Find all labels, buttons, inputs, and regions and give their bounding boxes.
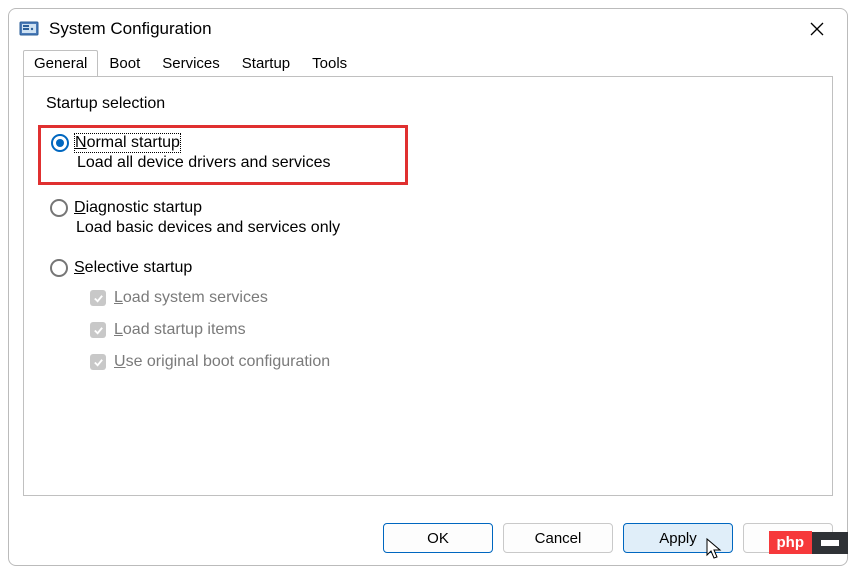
- radio-label: Normal startup: [75, 134, 180, 152]
- cancel-button[interactable]: Cancel: [503, 523, 613, 553]
- check-use-original-boot: Use original boot configuration: [90, 353, 810, 371]
- highlight-annotation: Normal startup Load all device drivers a…: [38, 125, 408, 185]
- close-button[interactable]: [795, 13, 839, 45]
- radio-label: Diagnostic startup: [74, 199, 202, 217]
- titlebar: System Configuration: [9, 9, 847, 49]
- app-icon: [19, 19, 39, 39]
- general-panel: Startup selection Normal startup Load al…: [23, 76, 833, 496]
- diagnostic-startup-desc: Load basic devices and services only: [76, 219, 810, 237]
- watermark-text: php: [769, 531, 813, 554]
- radio-icon: [51, 134, 69, 152]
- check-label: Load startup items: [114, 321, 246, 339]
- watermark-dark: [812, 532, 848, 554]
- system-configuration-window: System Configuration General Boot Servic…: [8, 8, 848, 566]
- radio-selective-startup[interactable]: Selective startup: [50, 259, 810, 277]
- radio-icon: [50, 259, 68, 277]
- radio-normal-startup[interactable]: Normal startup: [51, 134, 395, 152]
- startup-selection-label: Startup selection: [46, 95, 810, 113]
- check-label: Use original boot configuration: [114, 353, 330, 371]
- check-load-system-services: Load system services: [90, 289, 810, 307]
- tab-tools[interactable]: Tools: [301, 50, 358, 76]
- checkbox-icon: [90, 290, 106, 306]
- window-title: System Configuration: [49, 19, 795, 39]
- apply-button[interactable]: Apply: [623, 523, 733, 553]
- check-load-startup-items: Load startup items: [90, 321, 810, 339]
- radio-icon: [50, 199, 68, 217]
- check-label: Load system services: [114, 289, 268, 307]
- radio-diagnostic-startup[interactable]: Diagnostic startup: [50, 199, 810, 217]
- tab-startup[interactable]: Startup: [231, 50, 301, 76]
- dialog-buttons: OK Cancel Apply: [383, 523, 833, 553]
- checkbox-icon: [90, 354, 106, 370]
- watermark-badge: php: [769, 531, 849, 554]
- tab-strip: General Boot Services Startup Tools: [9, 49, 847, 76]
- normal-startup-desc: Load all device drivers and services: [77, 154, 395, 172]
- ok-button[interactable]: OK: [383, 523, 493, 553]
- selective-options: Load system services Load startup items …: [90, 289, 810, 371]
- tab-services[interactable]: Services: [151, 50, 231, 76]
- checkbox-icon: [90, 322, 106, 338]
- tab-boot[interactable]: Boot: [98, 50, 151, 76]
- tab-general[interactable]: General: [23, 50, 98, 76]
- radio-label: Selective startup: [74, 259, 192, 277]
